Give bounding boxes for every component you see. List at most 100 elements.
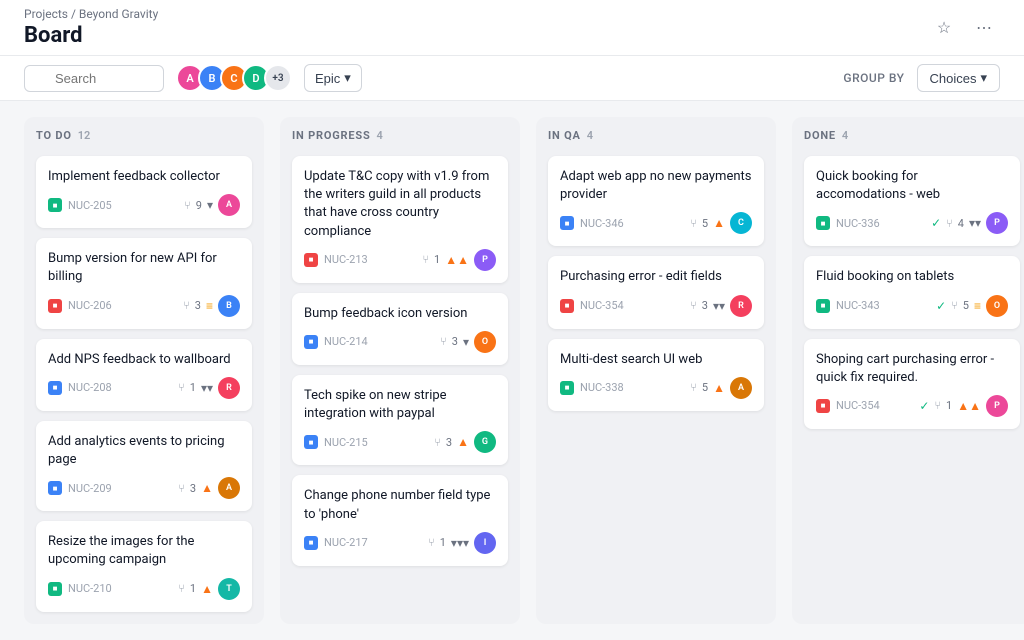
card-inqa-2[interactable]: Multi-dest search UI web ■ NUC-338 ⑂ 5 ▲… (548, 339, 764, 411)
column-inqa: IN QA 4 Adapt web app no new payments pr… (536, 117, 776, 624)
page-title: Board (24, 23, 158, 48)
card-avatar: A (218, 477, 240, 499)
card-id: NUC-213 (324, 253, 368, 266)
card-inqa-1[interactable]: Purchasing error - edit fields ■ NUC-354… (548, 256, 764, 328)
card-footer: ■ NUC-206 ⑂ 3 ≡ B (48, 295, 240, 317)
card-id: NUC-208 (68, 381, 112, 394)
card-done-2[interactable]: Shoping cart purchasing error - quick fi… (804, 339, 1020, 429)
card-num: 3 (190, 482, 196, 495)
card-todo-4[interactable]: Resize the images for the upcoming campa… (36, 521, 252, 611)
card-todo-2[interactable]: Add NPS feedback to wallboard ■ NUC-208 … (36, 339, 252, 411)
card-inprogress-0[interactable]: Update T&C copy with v1.9 from the write… (292, 156, 508, 283)
card-num: 3 (446, 436, 452, 449)
card-todo-1[interactable]: Bump version for new API for billing ■ N… (36, 238, 252, 328)
tag-icon: ■ (560, 299, 574, 313)
card-avatar: I (474, 532, 496, 554)
epic-chevron-icon: ▾ (344, 70, 351, 86)
board: TO DO 12 Implement feedback collector ■ … (0, 101, 1024, 640)
tag-icon: ■ (304, 253, 318, 267)
card-avatar: O (986, 295, 1008, 317)
search-input[interactable] (24, 65, 164, 92)
priority-high-icon: ▲ (713, 381, 725, 395)
card-inprogress-1[interactable]: Bump feedback icon version ■ NUC-214 ⑂ 3… (292, 293, 508, 365)
card-meta: ⑂ 3 ▲ G (434, 431, 496, 453)
priority-low-icon: ▾▾ (713, 299, 725, 313)
branch-icon: ⑂ (690, 299, 697, 312)
column-done: DONE 4 Quick booking for accomodations -… (792, 117, 1024, 624)
priority-med-icon: ≡ (974, 299, 981, 313)
card-footer: ■ NUC-354 ✓ ⑂ 1 ▲▲ P (816, 395, 1008, 417)
card-num: 3 (702, 299, 708, 312)
tag-icon: ■ (560, 216, 574, 230)
card-todo-0[interactable]: Implement feedback collector ■ NUC-205 ⑂… (36, 156, 252, 228)
priority-high2-icon: ▲▲ (445, 253, 469, 267)
choices-chevron-icon: ▾ (980, 70, 987, 86)
column-header-todo: TO DO 12 (36, 129, 252, 142)
card-meta: ⑂ 9 ▾ A (184, 194, 240, 216)
card-num: 5 (702, 217, 708, 230)
tag-icon: ■ (816, 299, 830, 313)
card-avatar: P (474, 249, 496, 271)
tag-icon: ■ (48, 198, 62, 212)
card-avatar: A (730, 377, 752, 399)
column-header-inprogress: IN PROGRESS 4 (292, 129, 508, 142)
card-footer: ■ NUC-336 ✓ ⑂ 4 ▾▾ P (816, 212, 1008, 234)
team-avatars[interactable]: A B C D +3 (176, 64, 292, 92)
choices-button[interactable]: Choices ▾ (917, 64, 1001, 92)
more-button[interactable]: ⋯ (968, 12, 1000, 44)
card-inprogress-3[interactable]: Change phone number field type to 'phone… (292, 475, 508, 565)
card-num: 5 (702, 381, 708, 394)
branch-icon: ⑂ (178, 381, 185, 394)
tag-icon: ■ (816, 216, 830, 230)
card-meta: ✓ ⑂ 5 ≡ O (936, 295, 1008, 317)
col-count-inprogress: 4 (377, 129, 383, 142)
card-id: NUC-336 (836, 217, 880, 230)
card-done-0[interactable]: Quick booking for accomodations - web ■ … (804, 156, 1020, 246)
priority-low2-icon: ▾▾▾ (451, 536, 469, 550)
branch-icon: ⑂ (434, 436, 441, 449)
branch-icon: ⑂ (690, 381, 697, 394)
card-done-1[interactable]: Fluid booking on tablets ■ NUC-343 ✓ ⑂ 5… (804, 256, 1020, 328)
priority-high-icon: ▲ (457, 435, 469, 449)
card-footer: ■ NUC-210 ⑂ 1 ▲ T (48, 578, 240, 600)
card-inqa-0[interactable]: Adapt web app no new payments provider ■… (548, 156, 764, 246)
card-meta: ⑂ 1 ▾▾ R (178, 377, 240, 399)
priority-high-icon: ▲ (201, 582, 213, 596)
branch-icon: ⑂ (440, 335, 447, 348)
tag-icon: ■ (304, 435, 318, 449)
col-count-inqa: 4 (587, 129, 593, 142)
priority-down-icon: ▾ (463, 335, 469, 349)
column-inprogress: IN PROGRESS 4 Update T&C copy with v1.9 … (280, 117, 520, 624)
column-header-inqa: IN QA 4 (548, 129, 764, 142)
tag-icon: ■ (304, 536, 318, 550)
card-todo-3[interactable]: Add analytics events to pricing page ■ N… (36, 421, 252, 511)
card-footer: ■ NUC-354 ⑂ 3 ▾▾ R (560, 295, 752, 317)
card-meta: ⑂ 5 ▲ C (690, 212, 752, 234)
toolbar: 🔍 A B C D +3 Epic ▾ GROUP BY Choices ▾ (0, 56, 1024, 101)
col-title-inprogress: IN PROGRESS (292, 129, 371, 142)
card-avatar: P (986, 395, 1008, 417)
priority-high-icon: ▲ (713, 216, 725, 230)
card-inprogress-2[interactable]: Tech spike on new stripe integration wit… (292, 375, 508, 465)
card-title: Purchasing error - edit fields (560, 268, 752, 286)
card-num: 1 (190, 381, 196, 394)
card-title: Multi-dest search UI web (560, 351, 752, 369)
card-avatar: C (730, 212, 752, 234)
group-by-label: GROUP BY (843, 71, 904, 85)
priority-high-icon: ▲ (201, 481, 213, 495)
card-meta: ⑂ 3 ≡ B (183, 295, 240, 317)
card-id: NUC-209 (68, 482, 112, 495)
card-id: NUC-215 (324, 436, 368, 449)
branch-icon: ⑂ (428, 536, 435, 549)
branch-icon: ⑂ (934, 399, 941, 412)
breadcrumb: Projects / Beyond Gravity (24, 7, 158, 21)
star-button[interactable]: ☆ (928, 12, 960, 44)
check-icon: ✓ (931, 216, 941, 230)
card-meta: ✓ ⑂ 4 ▾▾ P (931, 212, 1008, 234)
tag-icon: ■ (304, 335, 318, 349)
epic-filter-button[interactable]: Epic ▾ (304, 64, 362, 92)
card-avatar: P (986, 212, 1008, 234)
branch-icon: ⑂ (178, 582, 185, 595)
avatar-overflow[interactable]: +3 (264, 64, 292, 92)
card-footer: ■ NUC-208 ⑂ 1 ▾▾ R (48, 377, 240, 399)
